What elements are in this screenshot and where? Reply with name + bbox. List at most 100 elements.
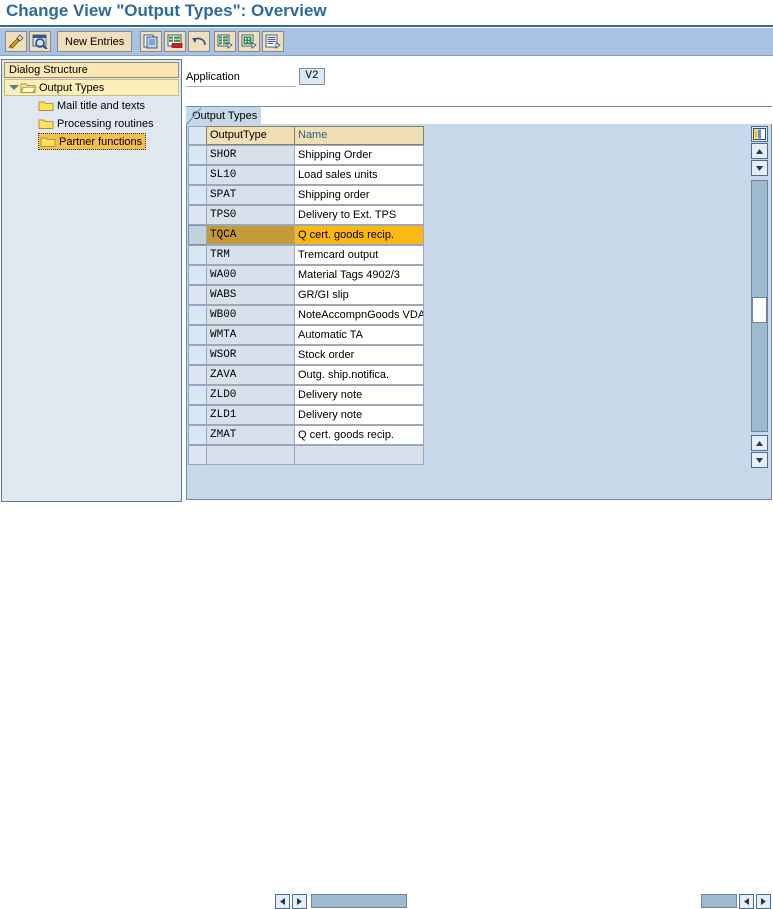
cell-outputtype[interactable]: WB00 bbox=[206, 305, 294, 325]
cell-name[interactable]: Delivery to Ext. TPS bbox=[294, 205, 424, 225]
cell-name[interactable]: Load sales units bbox=[294, 165, 424, 185]
row-selector[interactable] bbox=[188, 325, 206, 345]
scroll-up-button[interactable] bbox=[751, 143, 768, 159]
cell-name[interactable] bbox=[294, 445, 424, 465]
cell-name[interactable]: Outg. ship.notifica. bbox=[294, 365, 424, 385]
sidebar-item-output-types[interactable]: Output Types bbox=[4, 79, 179, 96]
table-row[interactable]: WMTA Automatic TA bbox=[188, 325, 424, 345]
cell-name[interactable]: Automatic TA bbox=[294, 325, 424, 345]
table-row[interactable]: WABS GR/GI slip bbox=[188, 285, 424, 305]
cell-name[interactable]: GR/GI slip bbox=[294, 285, 424, 305]
cell-name[interactable]: Q cert. goods recip. bbox=[294, 425, 424, 445]
table-row[interactable]: WA00 Material Tags 4902/3 bbox=[188, 265, 424, 285]
row-selector[interactable] bbox=[188, 245, 206, 265]
cell-name[interactable]: NoteAccompnGoods VDA bbox=[294, 305, 424, 325]
deselect-all-button[interactable] bbox=[238, 31, 260, 52]
cell-outputtype[interactable]: TPS0 bbox=[206, 205, 294, 225]
cell-name[interactable]: Shipping order bbox=[294, 185, 424, 205]
cell-name[interactable]: Shipping Order bbox=[294, 145, 424, 165]
row-selector[interactable] bbox=[188, 445, 206, 465]
scroll-page-down-button[interactable] bbox=[751, 452, 768, 468]
table-row[interactable]: TPS0 Delivery to Ext. TPS bbox=[188, 205, 424, 225]
row-selector[interactable] bbox=[188, 385, 206, 405]
select-all-button[interactable] bbox=[214, 31, 236, 52]
table-row[interactable]: ZLD1 Delivery note bbox=[188, 405, 424, 425]
row-selector[interactable] bbox=[188, 145, 206, 165]
cell-outputtype[interactable]: WABS bbox=[206, 285, 294, 305]
table-settings-icon[interactable] bbox=[751, 126, 768, 142]
cell-outputtype[interactable]: SHOR bbox=[206, 145, 294, 165]
cell-outputtype[interactable]: ZMAT bbox=[206, 425, 294, 445]
details-button[interactable] bbox=[262, 31, 284, 52]
panel-horizontal-scrollbar-track[interactable] bbox=[701, 894, 737, 908]
row-selector[interactable] bbox=[188, 365, 206, 385]
new-entries-button[interactable]: New Entries bbox=[57, 31, 133, 52]
column-header-name[interactable]: Name bbox=[294, 126, 424, 145]
scroll-page-up-button[interactable] bbox=[751, 435, 768, 451]
panel-scroll-left-button[interactable] bbox=[739, 893, 754, 909]
cell-outputtype[interactable]: WMTA bbox=[206, 325, 294, 345]
vertical-scrollbar-thumb[interactable] bbox=[752, 297, 767, 323]
cell-outputtype[interactable]: SPAT bbox=[206, 185, 294, 205]
content-area: Application V2 Output Types OutputType N… bbox=[186, 59, 772, 909]
table-row[interactable]: SHOR Shipping Order bbox=[188, 145, 424, 165]
vertical-scrollbar-track[interactable] bbox=[751, 180, 768, 432]
display-change-button[interactable] bbox=[5, 31, 27, 52]
row-selector[interactable] bbox=[188, 425, 206, 445]
cell-outputtype[interactable]: TRM bbox=[206, 245, 294, 265]
cell-name[interactable]: Tremcard output bbox=[294, 245, 424, 265]
row-selector[interactable] bbox=[188, 285, 206, 305]
row-selector[interactable] bbox=[188, 305, 206, 325]
cell-name[interactable]: Material Tags 4902/3 bbox=[294, 265, 424, 285]
sidebar-item-partner-functions[interactable]: Partner functions bbox=[38, 133, 147, 150]
table-row[interactable]: ZLD0 Delivery note bbox=[188, 385, 424, 405]
cell-name[interactable]: Delivery note bbox=[294, 405, 424, 425]
cell-outputtype[interactable]: WSOR bbox=[206, 345, 294, 365]
row-selector[interactable] bbox=[188, 225, 206, 245]
cell-outputtype[interactable]: TQCA bbox=[206, 225, 294, 245]
table-row[interactable]: ZAVA Outg. ship.notifica. bbox=[188, 365, 424, 385]
sidebar-item-mail-title-and-texts[interactable]: Mail title and texts bbox=[38, 97, 145, 114]
cell-outputtype[interactable]: ZLD0 bbox=[206, 385, 294, 405]
expand-collapse-triangle-icon[interactable] bbox=[7, 81, 20, 94]
row-selector[interactable] bbox=[188, 405, 206, 425]
table-row-selected[interactable]: TQCA Q cert. goods recip. bbox=[188, 225, 424, 245]
row-selector[interactable] bbox=[188, 185, 206, 205]
cell-outputtype[interactable]: ZLD1 bbox=[206, 405, 294, 425]
application-field[interactable]: V2 bbox=[299, 68, 325, 85]
application-label: Application bbox=[186, 71, 240, 83]
cell-name[interactable]: Stock order bbox=[294, 345, 424, 365]
row-selector[interactable] bbox=[188, 345, 206, 365]
row-selector[interactable] bbox=[188, 165, 206, 185]
cell-outputtype[interactable]: SL10 bbox=[206, 165, 294, 185]
select-all-column-header[interactable] bbox=[188, 126, 206, 145]
cell-name[interactable]: Delivery note bbox=[294, 385, 424, 405]
row-selector[interactable] bbox=[188, 205, 206, 225]
copy-as-button[interactable] bbox=[140, 31, 162, 52]
cell-outputtype[interactable] bbox=[206, 445, 294, 465]
table-row[interactable]: SPAT Shipping order bbox=[188, 185, 424, 205]
panel-scroll-right-button[interactable] bbox=[756, 893, 771, 909]
scroll-left-icon bbox=[744, 897, 749, 905]
table-row[interactable]: ZMAT Q cert. goods recip. bbox=[188, 425, 424, 445]
cell-name[interactable]: Q cert. goods recip. bbox=[294, 225, 424, 245]
sidebar-item-processing-routines[interactable]: Processing routines bbox=[38, 115, 154, 132]
row-selector[interactable] bbox=[188, 265, 206, 285]
scroll-left-button[interactable] bbox=[275, 893, 290, 909]
table-horizontal-scrollbar-track[interactable] bbox=[311, 894, 407, 908]
table-row[interactable]: TRM Tremcard output bbox=[188, 245, 424, 265]
column-header-outputtype[interactable]: OutputType bbox=[206, 126, 294, 145]
cell-outputtype[interactable]: ZAVA bbox=[206, 365, 294, 385]
scroll-down-button[interactable] bbox=[751, 160, 768, 176]
sidebar-item-label: Partner functions bbox=[59, 135, 143, 148]
table-row[interactable]: SL10 Load sales units bbox=[188, 165, 424, 185]
table-row-empty[interactable] bbox=[188, 445, 424, 465]
undo-button[interactable] bbox=[188, 31, 210, 52]
table-row[interactable]: WB00 NoteAccompnGoods VDA bbox=[188, 305, 424, 325]
folder-icon bbox=[38, 99, 54, 112]
delete-button[interactable] bbox=[164, 31, 186, 52]
cell-outputtype[interactable]: WA00 bbox=[206, 265, 294, 285]
table-row[interactable]: WSOR Stock order bbox=[188, 345, 424, 365]
scroll-right-button[interactable] bbox=[292, 893, 307, 909]
display-details-button[interactable] bbox=[29, 31, 51, 52]
